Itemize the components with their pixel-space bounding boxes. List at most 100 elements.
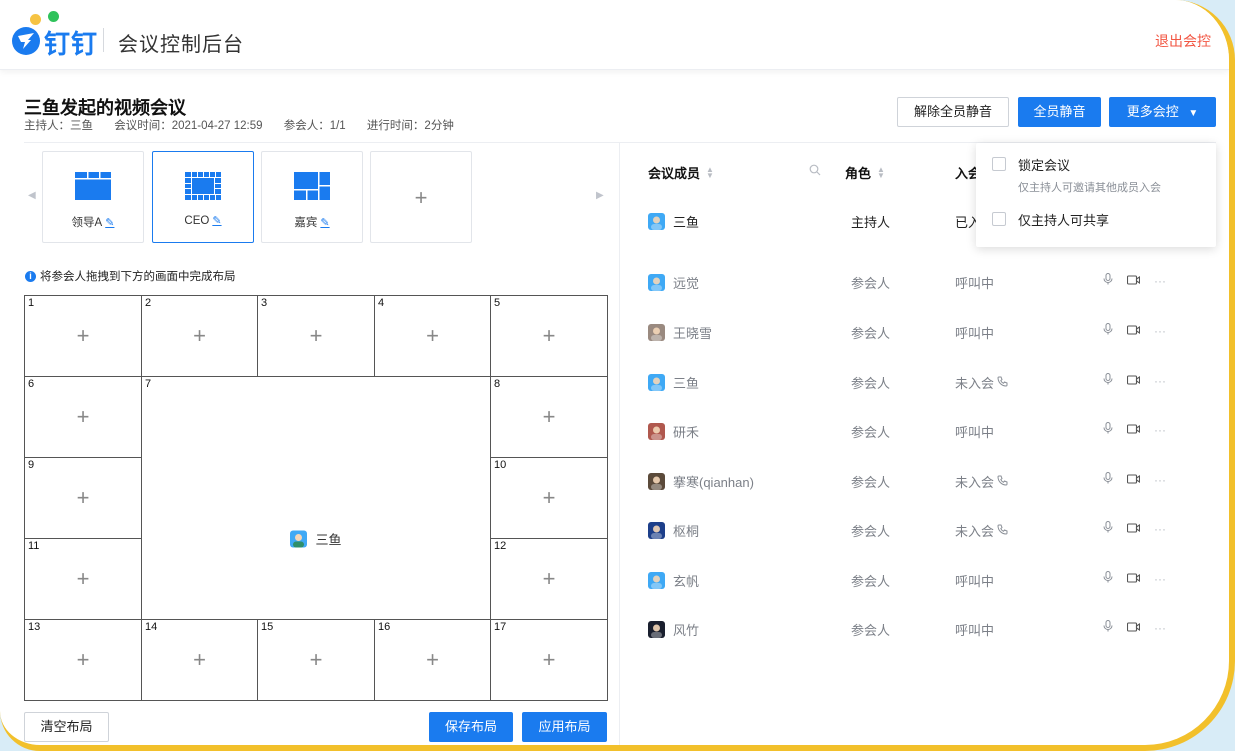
lock-meeting-option[interactable]: 锁定会议 仅主持人可邀请其他成员入会	[992, 155, 1161, 195]
layout-card-label: 领导A	[71, 217, 103, 229]
microphone-icon[interactable]	[1103, 472, 1113, 487]
apply-layout-button[interactable]: 应用布局	[522, 712, 607, 742]
layout-cell[interactable]: 4 +	[374, 295, 491, 377]
edit-pen-icon[interactable]: ✎	[212, 215, 221, 227]
plus-icon: +	[542, 485, 556, 510]
assigned-user[interactable]: 三鱼	[142, 529, 490, 548]
microphone-icon[interactable]	[1103, 373, 1113, 388]
more-options-icon[interactable]: ···	[1154, 423, 1166, 437]
layout-cell[interactable]: 16 +	[374, 619, 491, 701]
phone-call-icon[interactable]	[997, 474, 1008, 489]
caret-down-icon: ▼	[1188, 108, 1199, 119]
member-role: 参会人	[851, 524, 891, 539]
plus-icon: +	[309, 647, 323, 672]
member-row[interactable]: 研禾 参会人 呼叫中 ···	[648, 422, 1208, 442]
save-layout-button[interactable]: 保存布局	[429, 712, 513, 742]
more-options-icon[interactable]: ···	[1154, 473, 1166, 487]
layout-card-leader[interactable]: 领导A ✎	[42, 151, 144, 243]
layout-cell[interactable]: 5 +	[490, 295, 608, 377]
layout-cell[interactable]: 15 +	[257, 619, 375, 701]
layout-cell[interactable]: 13 +	[24, 619, 142, 701]
layout-cell[interactable]: 17 +	[490, 619, 608, 701]
more-options-icon[interactable]: ···	[1154, 522, 1166, 536]
microphone-icon[interactable]	[1103, 422, 1113, 437]
avatar	[648, 324, 665, 341]
host-only-share-option[interactable]: 仅主持人可共享	[992, 210, 1109, 229]
mute-all-button[interactable]: 全员静音	[1018, 97, 1101, 127]
member-status-text: 呼叫中	[955, 623, 995, 638]
microphone-icon[interactable]	[1103, 620, 1113, 635]
clear-layout-button[interactable]: 清空布局	[24, 712, 109, 742]
plus-icon: +	[542, 323, 556, 348]
member-row[interactable]: 搴寒(qianhan) 参会人 未入会 ···	[648, 472, 1208, 492]
app-window: 钉钉 会议控制后台 退出会控 三鱼发起的视频会议 主持人：三鱼 会议时间：202…	[0, 0, 1235, 751]
edit-pen-icon[interactable]: ✎	[105, 217, 114, 229]
member-row[interactable]: 王晓雪 参会人 呼叫中 ···	[648, 323, 1208, 343]
member-name: 王晓雪	[673, 326, 713, 341]
layout-cell[interactable]: 9 +	[24, 457, 142, 539]
carousel-next-icon[interactable]: ▶	[596, 190, 604, 201]
camera-icon[interactable]	[1126, 472, 1141, 487]
layout-leader-icon	[75, 172, 111, 200]
host-only-share-checkbox[interactable]	[992, 212, 1006, 226]
carousel-prev-icon[interactable]: ◀	[28, 190, 36, 201]
member-role: 参会人	[851, 326, 891, 341]
cell-number: 5	[494, 297, 501, 309]
camera-icon[interactable]	[1126, 273, 1141, 288]
lock-meeting-desc: 仅主持人可邀请其他成员入会	[1018, 182, 1161, 194]
plus-icon: +	[76, 485, 90, 510]
member-name: 玄帆	[673, 574, 700, 589]
microphone-icon[interactable]	[1103, 323, 1113, 338]
camera-icon[interactable]	[1126, 620, 1141, 635]
unmute-all-button[interactable]: 解除全员静音	[897, 97, 1009, 127]
member-name-cell: 远觉	[648, 273, 699, 292]
cell-number: 6	[28, 378, 35, 390]
member-name-cell: 玄帆	[648, 571, 699, 590]
layout-cell[interactable]: 3 +	[257, 295, 375, 377]
member-row[interactable]: 三鱼 参会人 未入会 ···	[648, 373, 1208, 393]
layout-cell[interactable]: 14 +	[141, 619, 258, 701]
microphone-icon[interactable]	[1103, 571, 1113, 586]
phone-call-icon[interactable]	[997, 375, 1008, 390]
camera-icon[interactable]	[1126, 571, 1141, 586]
layout-cell[interactable]: 11 +	[24, 538, 142, 620]
more-options-icon[interactable]: ···	[1154, 374, 1166, 388]
camera-icon[interactable]	[1126, 373, 1141, 388]
layout-cell[interactable]: 10 +	[490, 457, 608, 539]
layout-cell[interactable]: 2 +	[141, 295, 258, 377]
camera-icon[interactable]	[1126, 521, 1141, 536]
layout-card-guest[interactable]: 嘉宾 ✎	[261, 151, 363, 243]
member-row[interactable]: 玄帆 参会人 呼叫中 ···	[648, 571, 1208, 591]
microphone-icon[interactable]	[1103, 521, 1113, 536]
member-status-text: 呼叫中	[955, 326, 995, 341]
member-name-cell: 枢桐	[648, 521, 699, 540]
edit-pen-icon[interactable]: ✎	[320, 217, 329, 229]
lock-meeting-checkbox[interactable]	[992, 157, 1006, 171]
member-name: 远觉	[673, 276, 700, 291]
layout-card-ceo[interactable]: CEO ✎	[152, 151, 254, 243]
member-name-cell: 王晓雪	[648, 323, 712, 342]
member-row[interactable]: 枢桐 参会人 未入会 ···	[648, 521, 1208, 541]
column-header-role[interactable]: 角色 ▲ ▼	[845, 163, 885, 182]
layout-cell[interactable]: 8 +	[490, 376, 608, 458]
logo-divider	[103, 28, 104, 52]
member-row[interactable]: 风竹 参会人 呼叫中 ···	[648, 620, 1208, 640]
phone-call-icon[interactable]	[997, 523, 1008, 538]
layout-cell[interactable]: 12 +	[490, 538, 608, 620]
layout-cell[interactable]: 1 +	[24, 295, 142, 377]
more-options-icon[interactable]: ···	[1154, 324, 1166, 338]
layout-cell[interactable]: 6 +	[24, 376, 142, 458]
camera-icon[interactable]	[1126, 323, 1141, 338]
more-controls-button[interactable]: 更多会控 ▼	[1109, 97, 1216, 127]
microphone-icon[interactable]	[1103, 273, 1113, 288]
camera-icon[interactable]	[1126, 422, 1141, 437]
more-options-icon[interactable]: ···	[1154, 274, 1166, 288]
member-row[interactable]: 远觉 参会人 呼叫中 ···	[648, 273, 1208, 293]
add-layout-button[interactable]: +	[370, 151, 472, 243]
exit-control-link[interactable]: 退出会控	[1155, 31, 1211, 51]
plus-icon: +	[426, 323, 439, 348]
more-options-icon[interactable]: ···	[1154, 572, 1166, 586]
search-icon[interactable]	[809, 164, 821, 176]
more-options-icon[interactable]: ···	[1154, 621, 1166, 635]
column-header-member[interactable]: 会议成员 ▲ ▼	[648, 163, 714, 182]
